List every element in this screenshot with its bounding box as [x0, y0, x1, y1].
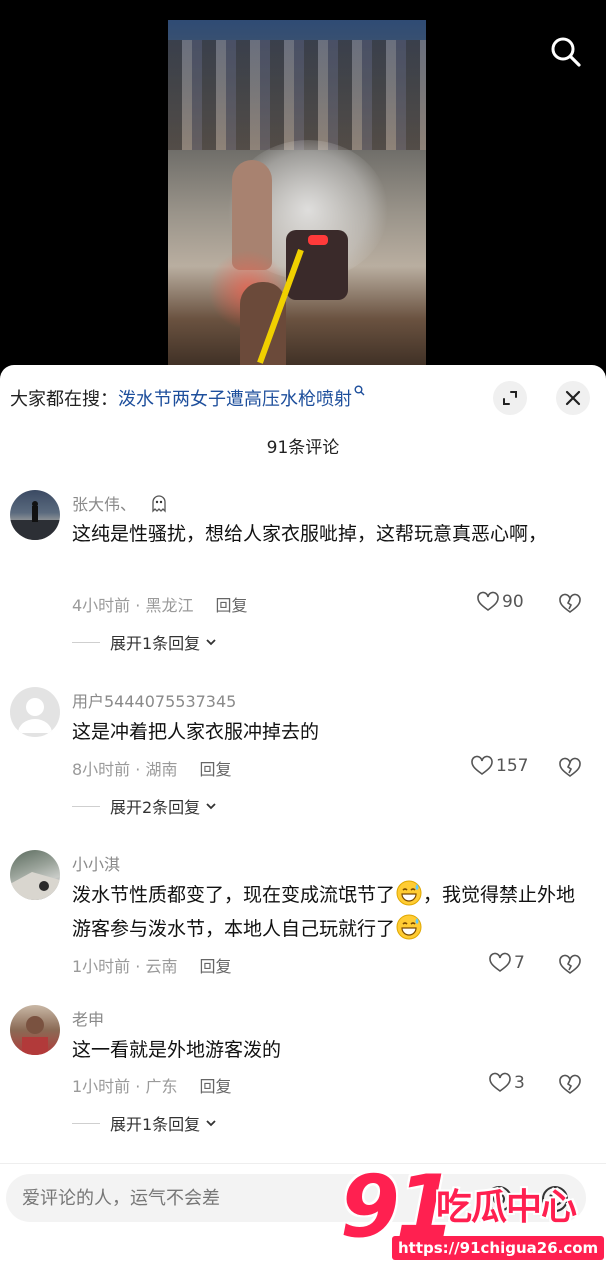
broken-heart-icon [559, 954, 581, 974]
small-search-icon [354, 385, 365, 399]
expand-replies[interactable]: 展开2条回复 [72, 794, 218, 818]
like-button[interactable]: 3 [488, 1071, 525, 1095]
comment-username[interactable]: 老申 [72, 1006, 104, 1030]
comment-input[interactable] [22, 1174, 362, 1222]
broken-heart-icon [559, 593, 581, 613]
like-button[interactable]: 90 [476, 590, 524, 614]
dislike-button[interactable] [558, 1073, 582, 1097]
heart-icon [489, 952, 511, 972]
grin-sweat-emoji [396, 914, 422, 940]
comment-text: 这纯是性骚扰，想给人家衣服呲掉，这帮玩意真恶心啊， [72, 523, 548, 545]
search-icon [551, 37, 581, 67]
comment-time-location: 4小时前 · 黑龙江 [72, 596, 194, 615]
comment-meta: 4小时前 · 黑龙江 回复 [72, 592, 247, 616]
chevron-down-icon [206, 639, 216, 646]
dislike-button[interactable] [558, 756, 582, 780]
comment-meta: 1小时前 · 云南 回复 [72, 953, 231, 977]
like-button[interactable]: 157 [470, 754, 528, 778]
heart-icon [477, 591, 499, 611]
avatar[interactable] [10, 687, 60, 737]
comment-text: 这一看就是外地游客泼的 [72, 1039, 282, 1061]
expand-replies-label: 展开1条回复 [110, 1115, 201, 1134]
username-text: 张大伟、 [72, 495, 137, 514]
dislike-button[interactable] [558, 592, 582, 616]
search-button[interactable] [548, 34, 584, 70]
avatar[interactable] [10, 850, 60, 900]
expand-line [72, 641, 100, 643]
chevron-down-icon [206, 803, 216, 810]
reply-button[interactable]: 回复 [199, 953, 231, 977]
suggested-search[interactable]: 大家都在搜： 泼水节两女子遭高压水枪喷射 [10, 383, 365, 413]
like-count: 157 [496, 756, 529, 776]
site-watermark: 91 吃瓜中心 https://91chigua26.com [340, 1164, 606, 1264]
expand-button[interactable] [493, 381, 527, 415]
expand-replies[interactable]: 展开1条回复 [72, 630, 218, 654]
video-frame[interactable] [168, 20, 426, 372]
like-button[interactable]: 7 [488, 951, 525, 975]
comment-username[interactable]: 用户5444075537345 [72, 688, 236, 712]
comments-sheet: 大家都在搜： 泼水节两女子遭高压水枪喷射 91条评论 张大伟、 这纯是性骚扰，想… [0, 365, 606, 1280]
ghost-icon [149, 493, 169, 517]
suggested-search-prefix: 大家都在搜： [10, 389, 118, 410]
reply-button[interactable]: 回复 [199, 756, 231, 780]
dislike-button[interactable] [558, 953, 582, 977]
comment-meta: 8小时前 · 湖南 回复 [72, 756, 231, 780]
comment-time-location: 1小时前 · 广东 [72, 1077, 178, 1096]
video-player[interactable] [0, 0, 606, 372]
avatar[interactable] [10, 1005, 60, 1055]
chevron-down-icon [206, 1120, 216, 1127]
heart-icon [471, 755, 493, 775]
comment-text: 这是冲着把人家衣服冲掉去的 [72, 721, 320, 743]
comment-text: 泼水节性质都变了，现在变成流氓节了 ，我觉得禁止外地游客参与泼水节，本地人自己玩就… [72, 878, 582, 946]
like-count: 3 [514, 1073, 525, 1093]
expand-line [72, 1122, 100, 1124]
reply-button[interactable]: 回复 [199, 1073, 231, 1097]
reply-button[interactable]: 回复 [215, 592, 247, 616]
expand-line [72, 805, 100, 807]
comment-time-location: 1小时前 · 云南 [72, 957, 178, 976]
comment-time-location: 8小时前 · 湖南 [72, 760, 178, 779]
close-button[interactable] [556, 381, 590, 415]
comment-username[interactable]: 张大伟、 [72, 491, 169, 517]
expand-replies[interactable]: 展开1条回复 [72, 1111, 218, 1135]
comment-count: 91条评论 [266, 438, 340, 458]
video-crowd [168, 40, 426, 150]
grin-sweat-emoji [396, 880, 422, 906]
like-count: 90 [502, 592, 524, 612]
watermark-url: https://91chigua26.com [392, 1236, 605, 1260]
expand-replies-label: 展开1条回复 [110, 634, 201, 653]
comment-meta: 1小时前 · 广东 回复 [72, 1073, 231, 1097]
close-icon [565, 390, 581, 406]
comment-text-part1: 泼水节性质都变了，现在变成流氓节了 [72, 884, 396, 906]
heart-icon [489, 1072, 511, 1092]
suggested-search-term[interactable]: 泼水节两女子遭高压水枪喷射 [118, 385, 352, 411]
broken-heart-icon [559, 1074, 581, 1094]
avatar[interactable] [10, 490, 60, 540]
expand-replies-label: 展开2条回复 [110, 798, 201, 817]
broken-heart-icon [559, 757, 581, 777]
video-scooter-light [308, 235, 328, 245]
watermark-name: 吃瓜中心 [436, 1187, 577, 1228]
expand-icon [503, 391, 517, 405]
comment-username[interactable]: 小小淇 [72, 851, 120, 875]
like-count: 7 [514, 953, 525, 973]
